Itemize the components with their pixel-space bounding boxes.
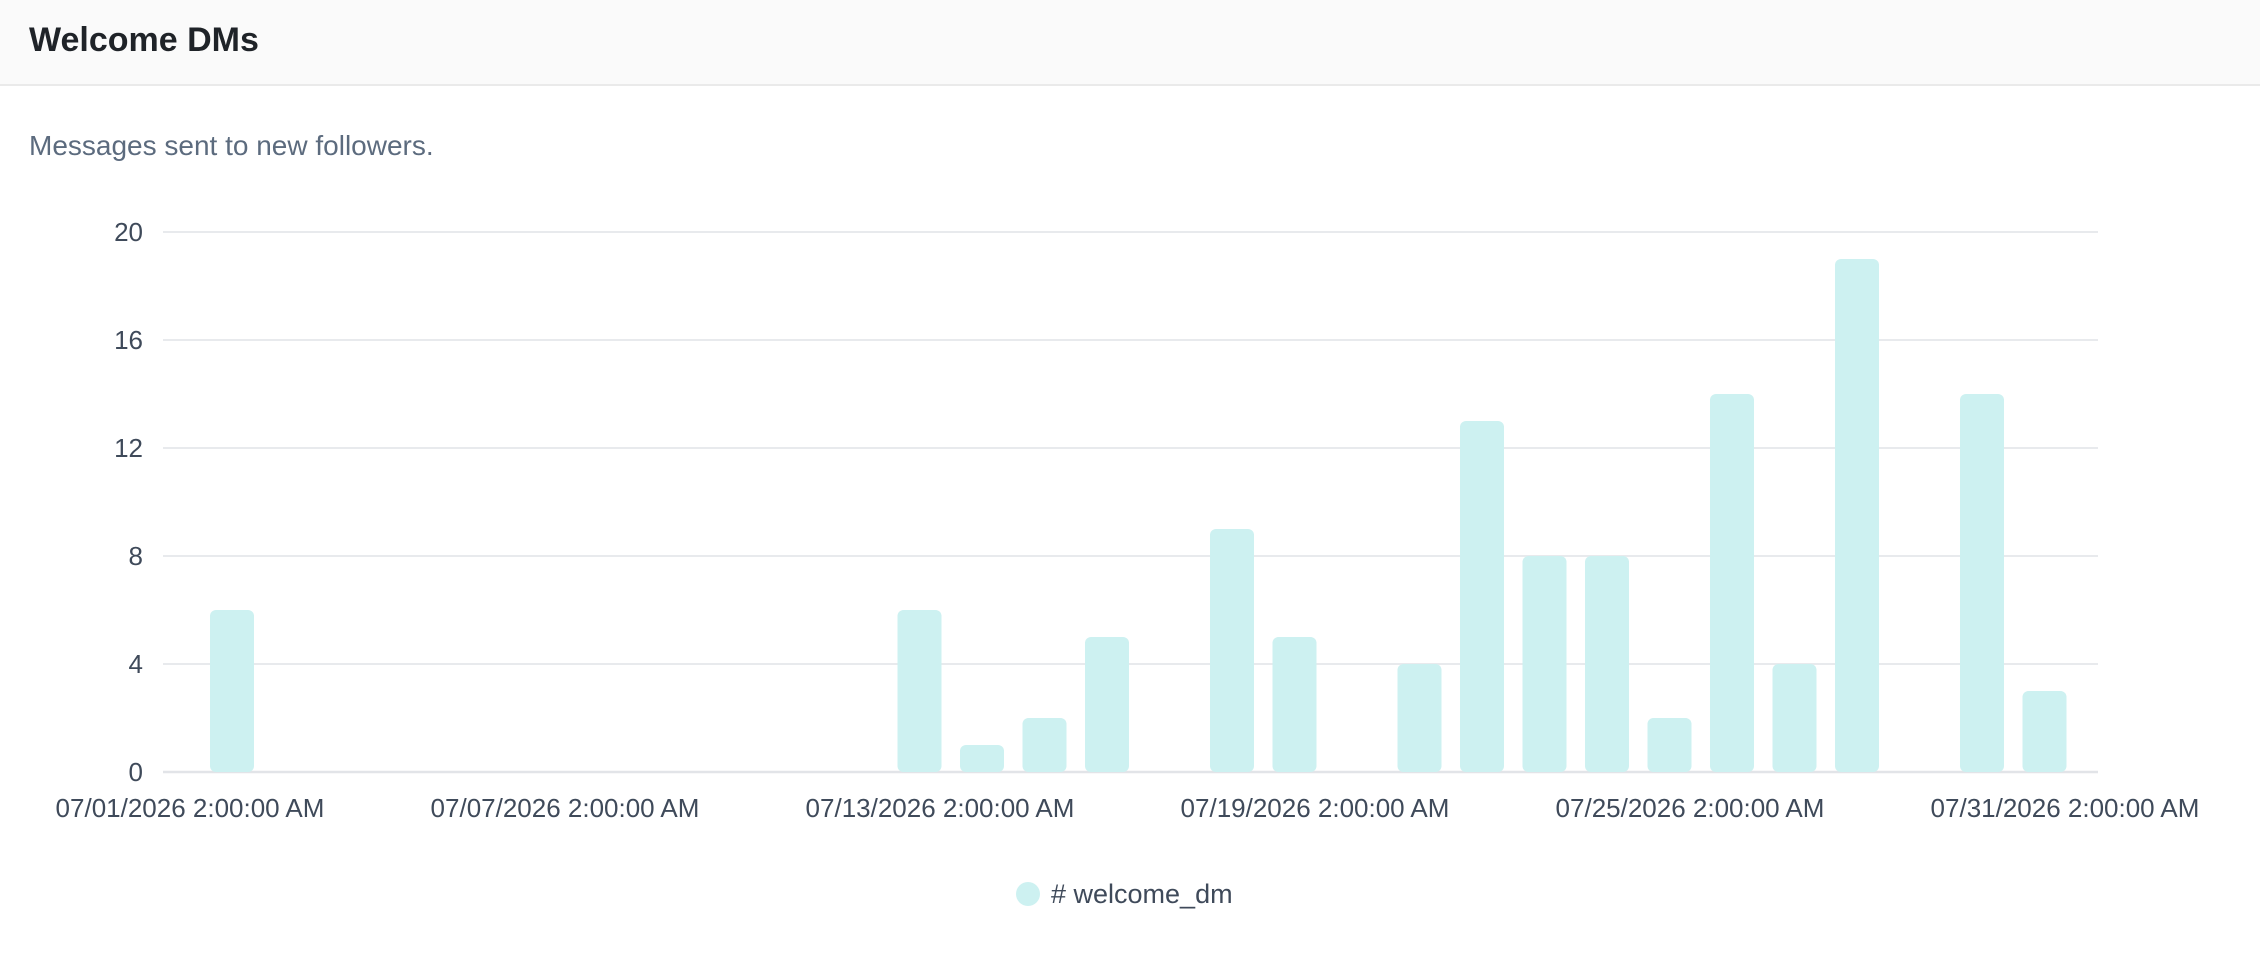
legend-label[interactable]: # welcome_dm — [1051, 879, 1233, 909]
x-tick-label: 07/07/2026 2:00:00 AM — [431, 793, 700, 823]
x-tick-label: 07/01/2026 2:00:00 AM — [56, 793, 325, 823]
card-description: Messages sent to new followers. — [29, 130, 434, 161]
y-tick-label: 20 — [114, 217, 143, 247]
bar-chart: 0 4 8 12 16 20 07/01/2026 2:00:00 AM 07/07/202… — [56, 217, 2200, 909]
y-tick-label: 0 — [129, 757, 143, 787]
bar[interactable] — [1460, 421, 1504, 772]
bar[interactable] — [1210, 529, 1254, 772]
bar[interactable] — [1397, 664, 1442, 772]
chart-card: Welcome DMs Messages sent to new followe… — [0, 0, 2260, 964]
x-tick-label: 07/13/2026 2:00:00 AM — [806, 793, 1075, 823]
x-tick-label: 07/25/2026 2:00:00 AM — [1556, 793, 1825, 823]
bar[interactable] — [1647, 718, 1692, 772]
bar[interactable] — [897, 610, 942, 772]
bar[interactable] — [1710, 394, 1754, 772]
bar[interactable] — [2022, 691, 2067, 772]
y-tick-label: 12 — [114, 433, 143, 463]
x-tick-label: 07/19/2026 2:00:00 AM — [1181, 793, 1450, 823]
card-header: Welcome DMs — [0, 0, 2260, 86]
bar[interactable] — [1522, 556, 1567, 772]
bar[interactable] — [1835, 259, 1879, 772]
bar[interactable] — [1272, 637, 1317, 772]
bar[interactable] — [1772, 664, 1817, 772]
bar[interactable] — [210, 610, 254, 772]
bar[interactable] — [1960, 394, 2004, 772]
y-tick-label: 4 — [129, 649, 143, 679]
legend[interactable]: # welcome_dm — [1016, 879, 1233, 909]
legend-swatch[interactable] — [1016, 882, 1040, 906]
x-tick-label: 07/31/2026 2:00:00 AM — [1931, 793, 2200, 823]
bar[interactable] — [1585, 556, 1629, 772]
bar[interactable] — [960, 745, 1004, 772]
x-axis-ticks: 07/01/2026 2:00:00 AM 07/07/2026 2:00:00 … — [56, 793, 2200, 823]
y-axis-ticks: 0 4 8 12 16 20 — [114, 217, 143, 787]
bars — [210, 259, 2067, 772]
bar[interactable] — [1085, 637, 1129, 772]
y-tick-label: 8 — [129, 541, 143, 571]
card-title: Welcome DMs — [29, 21, 259, 59]
bar[interactable] — [1022, 718, 1067, 772]
y-tick-label: 16 — [114, 325, 143, 355]
